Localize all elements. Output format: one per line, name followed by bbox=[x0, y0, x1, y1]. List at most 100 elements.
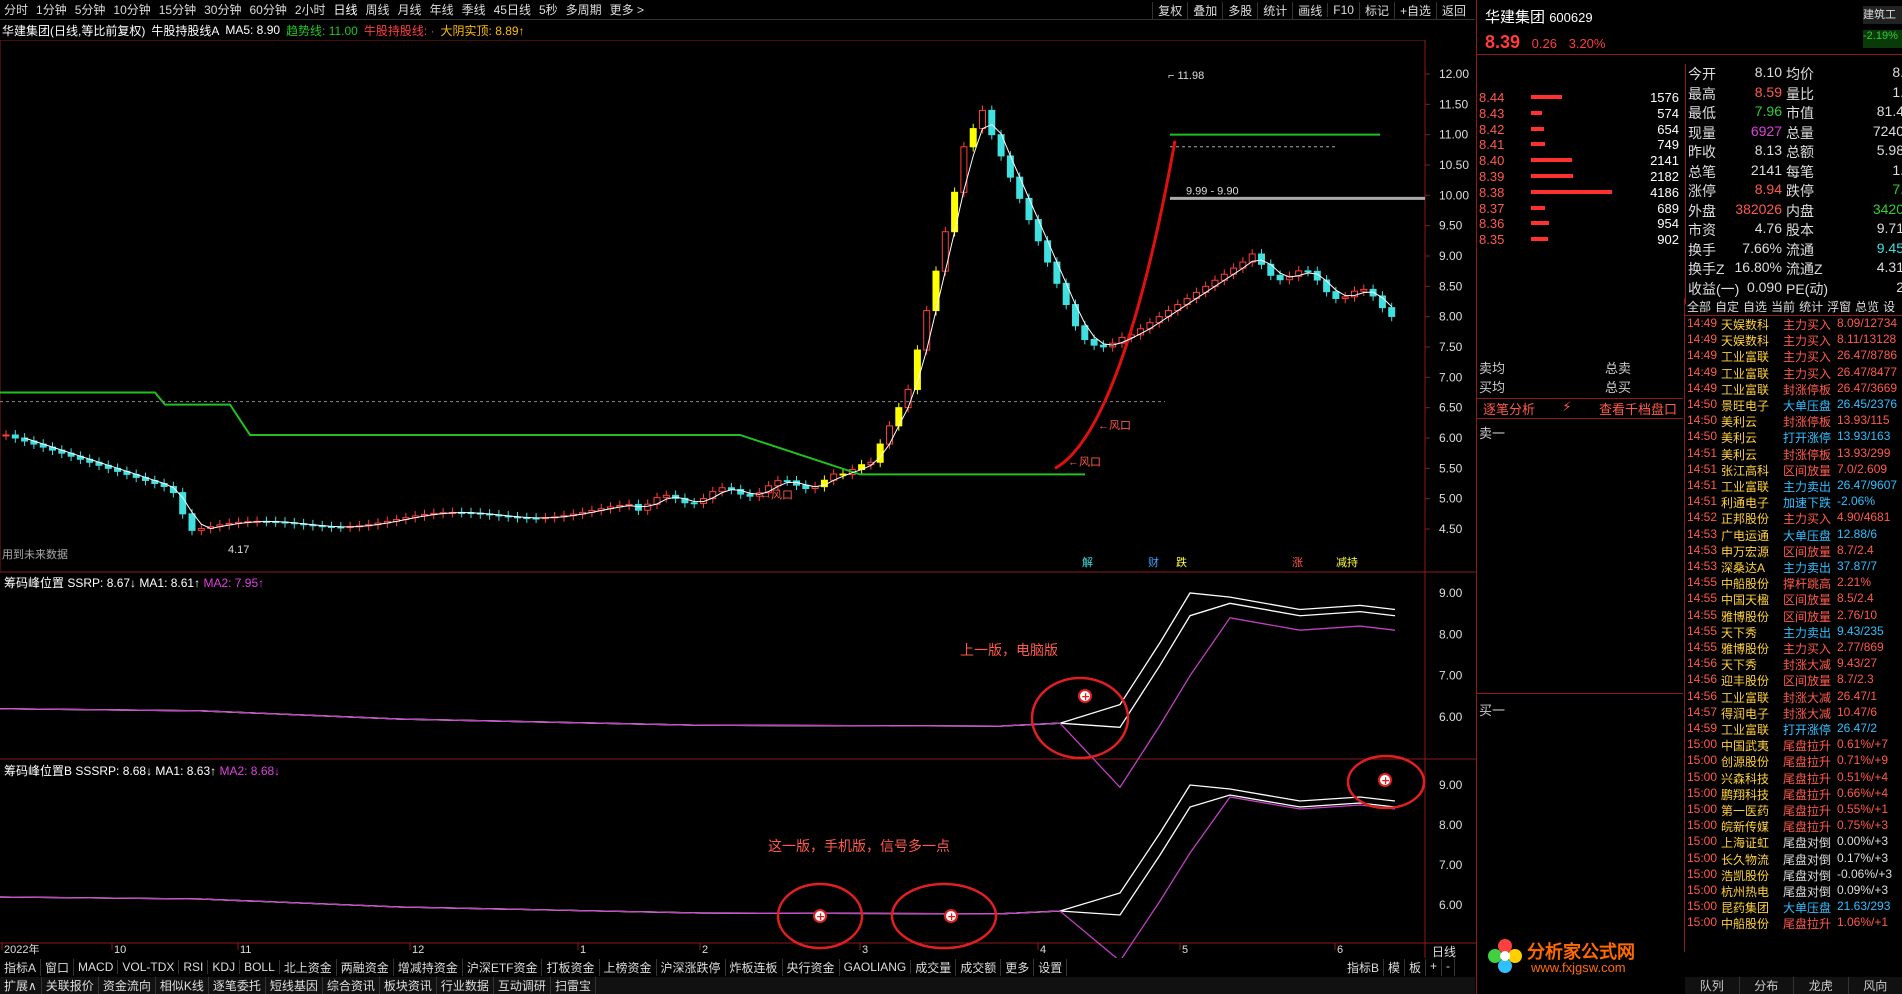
tool-button[interactable]: +自选 bbox=[1393, 1, 1436, 19]
monitor-row[interactable]: 14:53 申万宏源 区间放量 8.7/2.4 bbox=[1685, 543, 1902, 559]
tab-timeframe[interactable]: 10分钟 bbox=[109, 1, 154, 18]
tick-analysis-button[interactable]: 逐笔分析 bbox=[1483, 399, 1535, 418]
monitor-row[interactable]: 14:56 迎丰股份 区间放量 8.7/2.3 bbox=[1685, 672, 1902, 688]
monitor-row[interactable]: 14:53 深桑达A 主力卖出 37.87/7 bbox=[1685, 559, 1902, 575]
indicator-tab[interactable]: 央行资金 bbox=[783, 958, 840, 976]
indicator-tab[interactable]: 成交额 bbox=[956, 958, 1002, 976]
right-bottom-tab[interactable]: 龙虎 bbox=[1794, 977, 1849, 994]
order-book-row[interactable]: 8.44 1576 bbox=[1477, 90, 1683, 105]
tool-button[interactable]: 叠加 bbox=[1187, 1, 1222, 19]
extension-tab[interactable]: 扩展∧ bbox=[0, 977, 42, 994]
monitor-row[interactable]: 14:51 利通电子 加速下跌 -2.06% bbox=[1685, 494, 1902, 510]
monitor-row[interactable]: 14:55 雅博股份 主力买入 2.77/869 bbox=[1685, 640, 1902, 656]
indicator-b-button[interactable]: + bbox=[1426, 958, 1442, 976]
monitor-tab[interactable]: 当前 bbox=[1771, 298, 1795, 315]
monitor-row[interactable]: 14:50 美利云 封涨停板 13.93/115 bbox=[1685, 413, 1902, 429]
right-bottom-tab[interactable]: 队列 bbox=[1685, 977, 1740, 994]
order-book-row[interactable]: 8.41 749 bbox=[1477, 137, 1683, 152]
extension-tab[interactable]: 关联报价 bbox=[42, 977, 99, 994]
tab-timeframe[interactable]: 5分钟 bbox=[71, 1, 110, 18]
monitor-row[interactable]: 14:49 天娱数科 主力买入 8.11/13128 bbox=[1685, 332, 1902, 348]
monitor-row[interactable]: 15:00 中船股份 尾盘拉升 1.06%/+1 bbox=[1685, 915, 1902, 931]
indicator-tab[interactable]: GAOLIANG bbox=[840, 960, 912, 974]
event-tag[interactable]: 减持 bbox=[1336, 555, 1358, 569]
indicator-tab[interactable]: 窗口 bbox=[41, 958, 75, 976]
thousand-depth-button[interactable]: 查看千档盘口 bbox=[1599, 399, 1677, 418]
monitor-row[interactable]: 15:00 中国武夷 尾盘拉升 0.61%/+7 bbox=[1685, 737, 1902, 753]
monitor-row[interactable]: 14:56 天下秀 封涨大减 9.43/27 bbox=[1685, 656, 1902, 672]
order-book-row[interactable]: 8.35 902 bbox=[1477, 232, 1683, 247]
monitor-tab[interactable]: 统计 bbox=[1799, 298, 1823, 315]
indicator-name[interactable]: 牛股持股线A bbox=[151, 22, 219, 39]
monitor-row[interactable]: 14:51 工业富联 主力卖出 26.47/9607 bbox=[1685, 478, 1902, 494]
indicator-tab[interactable]: 两融资金 bbox=[337, 958, 394, 976]
monitor-row[interactable]: 14:51 美利云 封涨停板 13.93/299 bbox=[1685, 446, 1902, 462]
monitor-tab[interactable]: 设 bbox=[1883, 298, 1895, 315]
order-book-row[interactable]: 8.40 2141 bbox=[1477, 153, 1683, 168]
extension-tab[interactable]: 板块资讯 bbox=[380, 977, 437, 994]
sector-badge[interactable]: 建筑工 bbox=[1863, 6, 1902, 24]
monitor-row[interactable]: 14:55 雅博股份 区间放量 2.76/10 bbox=[1685, 608, 1902, 624]
tab-timeframe[interactable]: 2小时 bbox=[291, 1, 330, 18]
order-book-row[interactable]: 8.36 954 bbox=[1477, 216, 1683, 231]
monitor-row[interactable]: 14:55 天下秀 主力卖出 9.43/235 bbox=[1685, 624, 1902, 640]
tab-timeframe[interactable]: 分时 bbox=[0, 1, 32, 18]
indicator-tab[interactable]: MACD bbox=[74, 960, 119, 974]
monitor-row[interactable]: 15:00 皖新传媒 尾盘拉升 0.75%/+3 bbox=[1685, 818, 1902, 834]
event-tag[interactable]: 解 bbox=[1082, 555, 1093, 569]
tab-timeframe[interactable]: 1分钟 bbox=[32, 1, 71, 18]
indicator-tab[interactable]: 设置 bbox=[1034, 958, 1068, 976]
right-bottom-tab[interactable]: 风向 bbox=[1849, 977, 1902, 994]
tool-button[interactable]: 返回 bbox=[1435, 1, 1471, 19]
extension-tab[interactable]: 综合资讯 bbox=[323, 977, 380, 994]
order-book-row[interactable]: 8.43 574 bbox=[1477, 106, 1683, 121]
event-tag[interactable]: 跌 bbox=[1176, 555, 1187, 569]
monitor-row[interactable]: 15:00 杭州热电 尾盘对倒 0.09%/+3 bbox=[1685, 883, 1902, 899]
tab-timeframe[interactable]: 15分钟 bbox=[155, 1, 200, 18]
extension-tab[interactable]: 行业数据 bbox=[437, 977, 494, 994]
tool-button[interactable]: 标记 bbox=[1358, 1, 1394, 19]
extension-tab[interactable]: 相似K线 bbox=[156, 977, 209, 994]
indicator-tab[interactable]: KDJ bbox=[208, 960, 241, 974]
monitor-row[interactable]: 15:00 鹏翔科技 尾盘拉升 0.66%/+4 bbox=[1685, 786, 1902, 802]
monitor-row[interactable]: 14:49 工业富联 封涨停板 26.47/3669 bbox=[1685, 381, 1902, 397]
monitor-tab[interactable]: 自选 bbox=[1743, 298, 1767, 315]
indicator-tab[interactable]: 炸板连板 bbox=[726, 958, 783, 976]
indicator-b-button[interactable]: 板 bbox=[1405, 958, 1426, 976]
monitor-row[interactable]: 14:53 广电运通 大单压盘 12.88/6 bbox=[1685, 527, 1902, 543]
indicator-tab[interactable]: 沪深涨跌停 bbox=[657, 958, 726, 976]
tab-timeframe[interactable]: 更多 > bbox=[606, 1, 648, 18]
monitor-row[interactable]: 15:00 第一医药 尾盘拉升 0.55%/+1 bbox=[1685, 802, 1902, 818]
monitor-tab[interactable]: 总览 bbox=[1855, 298, 1879, 315]
indicator-tab[interactable]: 增减持资金 bbox=[394, 958, 463, 976]
event-tag[interactable]: 财 bbox=[1148, 555, 1159, 569]
order-book-row[interactable]: 8.39 2182 bbox=[1477, 169, 1683, 184]
indicator-b-button[interactable]: 指标B bbox=[1343, 958, 1384, 976]
tab-timeframe[interactable]: 月线 bbox=[394, 1, 426, 18]
tab-timeframe[interactable]: 周线 bbox=[362, 1, 394, 18]
indicator-tab[interactable]: 成交量 bbox=[911, 958, 957, 976]
monitor-row[interactable]: 14:52 正邦股份 主力买入 4.90/4681 bbox=[1685, 510, 1902, 526]
indicator-tab[interactable]: 打板资金 bbox=[542, 958, 600, 976]
monitor-row[interactable]: 15:00 长久物流 尾盘对倒 0.17%/+3 bbox=[1685, 851, 1902, 867]
monitor-row[interactable]: 14:55 中船股份 撑杆跳高 2.21% bbox=[1685, 575, 1902, 591]
monitor-row[interactable]: 15:00 浩凯股份 尾盘对倒 -0.06%/+3 bbox=[1685, 867, 1902, 883]
extension-tab[interactable]: 互动调研 bbox=[494, 977, 551, 994]
monitor-row[interactable]: 14:50 景旺电子 大单压盘 26.45/2376 bbox=[1685, 397, 1902, 413]
monitor-row[interactable]: 14:49 工业富联 主力买入 26.47/8477 bbox=[1685, 365, 1902, 381]
extension-tab[interactable]: 扫雷宝 bbox=[551, 977, 596, 994]
indicator-tab[interactable]: RSI bbox=[179, 960, 209, 974]
tab-timeframe[interactable]: 30分钟 bbox=[200, 1, 245, 18]
tab-timeframe[interactable]: 年线 bbox=[426, 1, 458, 18]
indicator-tab[interactable]: 沪深ETF资金 bbox=[463, 958, 543, 976]
monitor-row[interactable]: 14:51 张江高科 区间放量 7.0/2.609 bbox=[1685, 462, 1902, 478]
tab-timeframe[interactable]: 日线 bbox=[330, 1, 362, 18]
monitor-tab[interactable]: 浮窗 bbox=[1827, 298, 1851, 315]
indicator-tab[interactable]: BOLL bbox=[240, 960, 280, 974]
chart-area[interactable]: 12.00 11.50 11.00 10.50 10.00 9.50 9.00 8.50 8.0… bbox=[0, 40, 1476, 958]
monitor-row[interactable]: 15:00 昆药集团 大单压盘 21.63/293 bbox=[1685, 899, 1902, 915]
indicator-tab[interactable]: VOL-TDX bbox=[118, 960, 180, 974]
tab-timeframe[interactable]: 5秒 bbox=[535, 1, 562, 18]
monitor-row[interactable]: 14:56 工业富联 封涨大减 26.47/1 bbox=[1685, 689, 1902, 705]
tab-timeframe[interactable]: 45日线 bbox=[490, 1, 535, 18]
